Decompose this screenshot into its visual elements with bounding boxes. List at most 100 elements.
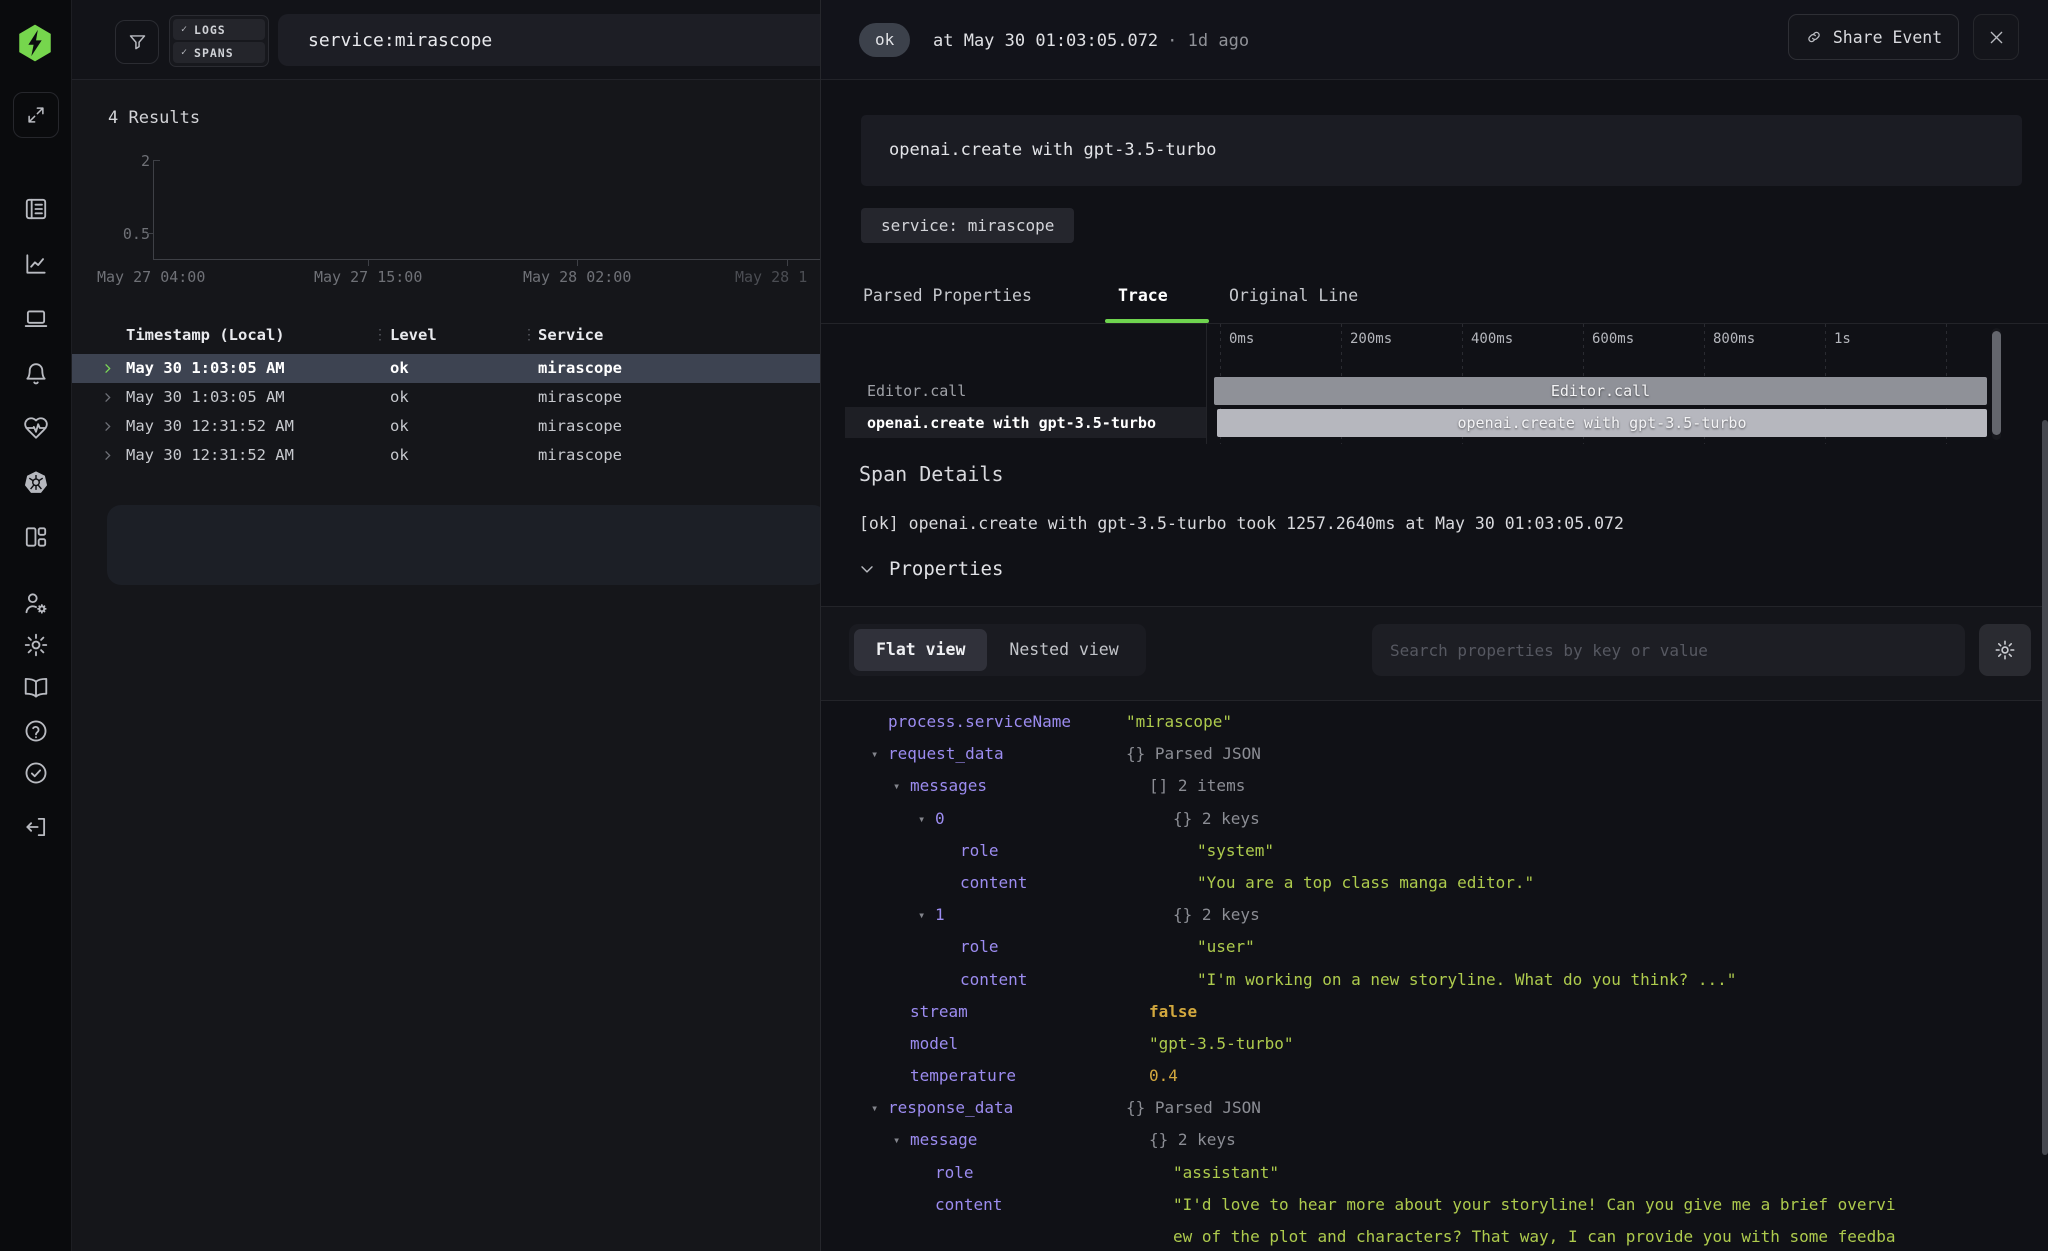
property-value: "assistant" [1173, 1162, 1279, 1182]
property-row: content "You are a top class manga editor… [821, 867, 2026, 899]
sidebar-item-docs[interactable] [23, 674, 49, 700]
spans-toggle-label: SPANS [194, 45, 234, 60]
sidebar-item-monitors[interactable] [23, 415, 49, 441]
property-value: {} 2 keys [1149, 1130, 1236, 1150]
table-row[interactable]: May 30 1:03:05 AM ok mirascope [72, 354, 820, 383]
col-header-level[interactable]: Level [390, 326, 437, 344]
sidebar-item-stream[interactable] [23, 196, 49, 222]
collapse-caret-icon[interactable]: ▾ [871, 1092, 878, 1124]
sidebar-item-kubernetes[interactable] [23, 469, 49, 495]
property-row: role "user" [821, 931, 2026, 963]
bell-icon [26, 363, 46, 385]
collapse-caret-icon[interactable]: ▾ [871, 738, 878, 770]
sidebar-item-status[interactable] [23, 760, 49, 786]
link-icon [1808, 31, 1820, 43]
row-expand-chevron-icon[interactable] [100, 448, 115, 463]
sidebar-item-help[interactable] [23, 718, 49, 744]
kubernetes-icon [24, 471, 48, 493]
property-key[interactable]: messages [910, 770, 987, 802]
sidebar-item-dashboards[interactable] [23, 306, 49, 332]
property-key[interactable]: content [935, 1189, 1002, 1221]
collapse-caret-icon[interactable]: ▾ [918, 899, 925, 931]
sidebar-item-views[interactable] [23, 524, 49, 550]
property-row: ▾ request_data {} Parsed JSON [821, 738, 2026, 770]
trace-span-name[interactable]: Editor.call [867, 382, 966, 400]
trace-scrollbar-thumb[interactable] [1992, 331, 2001, 435]
property-key[interactable]: role [960, 835, 999, 867]
table-row[interactable]: May 30 12:31:52 AM ok mirascope [72, 441, 820, 470]
sidebar-item-settings[interactable] [23, 632, 49, 658]
empty-detail-placeholder [107, 505, 820, 585]
property-key[interactable]: request_data [888, 738, 1004, 770]
flat-view-button[interactable]: Flat view [854, 629, 988, 671]
collapse-caret-icon[interactable]: ▾ [918, 803, 925, 835]
property-key[interactable]: 1 [935, 899, 945, 931]
app-logo-lightning-icon[interactable] [14, 22, 56, 64]
sidebar-item-admin-users[interactable] [23, 590, 49, 616]
sidebar-item-query[interactable] [23, 251, 49, 277]
col-handle-icon[interactable]: ⋮ [522, 327, 536, 343]
property-value: false [1149, 1001, 1198, 1021]
col-handle-icon[interactable]: ⋮ [373, 327, 387, 343]
gear-icon [1995, 640, 2015, 660]
spans-toggle[interactable]: ✓ SPANS [173, 42, 265, 63]
service-field-chip[interactable]: service: mirascope [861, 208, 1075, 243]
col-header-service[interactable]: Service [538, 326, 603, 344]
property-row: ▾ 1 {} 2 keys [821, 899, 2026, 931]
row-expand-chevron-icon[interactable] [100, 419, 115, 434]
property-key[interactable]: temperature [910, 1060, 1016, 1092]
check-icon: ✓ [181, 47, 189, 58]
trace-span-bar-selected[interactable]: openai.create with gpt-3.5-turbo [1217, 409, 1987, 437]
results-table-body: May 30 1:03:05 AM ok mirascope May 30 1:03:… [72, 354, 820, 470]
chevron-down-icon [861, 566, 873, 573]
property-value: "gpt-3.5-turbo" [1149, 1033, 1294, 1053]
table-row[interactable]: May 30 1:03:05 AM ok mirascope [72, 383, 820, 412]
trace-span-bar[interactable]: Editor.call [1214, 377, 1987, 405]
sidebar-item-alerts[interactable] [23, 361, 49, 387]
expand-panel-button[interactable] [13, 92, 59, 138]
property-key[interactable]: role [960, 931, 999, 963]
properties-section-toggle[interactable]: Properties [857, 558, 1003, 580]
property-row: ▾ message {} 2 keys [821, 1124, 2026, 1156]
sidebar-item-logout[interactable] [23, 814, 49, 840]
logout-icon [26, 817, 46, 837]
trace-scrollbar[interactable] [1992, 328, 2001, 440]
panel-scrollbar[interactable] [2042, 385, 2048, 1251]
property-key[interactable]: stream [910, 996, 968, 1028]
property-key[interactable]: role [935, 1157, 974, 1189]
row-expand-chevron-icon[interactable] [100, 390, 115, 405]
x-label-2: May 27 15:00 [314, 268, 423, 286]
properties-search-input[interactable] [1372, 624, 1965, 676]
query-results-panel: ✓ LOGS ✓ SPANS 4 Results 2 0.5 May 27 04… [72, 0, 820, 1251]
tab-parsed-properties[interactable]: Parsed Properties [863, 286, 1032, 305]
sidebar [0, 0, 72, 1251]
share-event-button[interactable]: Share Event [1788, 14, 1959, 60]
property-key[interactable]: content [960, 964, 1027, 996]
logs-toggle[interactable]: ✓ LOGS [173, 19, 265, 40]
expand-icon [28, 107, 44, 123]
property-row: content "I'm working on a new storyline. … [821, 964, 2026, 996]
collapse-caret-icon[interactable]: ▾ [893, 1124, 900, 1156]
tab-original-line[interactable]: Original Line [1229, 286, 1358, 305]
x-tick-2 [577, 259, 578, 266]
property-key[interactable]: 0 [935, 803, 945, 835]
query-input[interactable] [278, 14, 820, 66]
properties-settings-button[interactable] [1979, 624, 2031, 676]
check-circle-icon [25, 762, 47, 784]
property-key[interactable]: response_data [888, 1092, 1013, 1124]
property-key[interactable]: content [960, 867, 1027, 899]
tab-trace[interactable]: Trace [1118, 286, 1168, 305]
property-key[interactable]: process.serviceName [888, 706, 1071, 738]
y-tick-2: 2 [140, 152, 150, 170]
trace-span-name-selected[interactable]: openai.create with gpt-3.5-turbo [867, 414, 1156, 432]
table-row[interactable]: May 30 12:31:52 AM ok mirascope [72, 412, 820, 441]
property-key[interactable]: model [910, 1028, 958, 1060]
close-panel-button[interactable] [1973, 14, 2019, 60]
nested-view-button[interactable]: Nested view [987, 629, 1140, 671]
panel-scrollbar-thumb[interactable] [2042, 420, 2048, 1155]
property-key[interactable]: message [910, 1124, 977, 1156]
col-header-timestamp[interactable]: Timestamp (Local) [126, 326, 285, 344]
filter-button[interactable] [115, 20, 159, 64]
row-expand-chevron-icon[interactable] [100, 361, 115, 376]
collapse-caret-icon[interactable]: ▾ [893, 770, 900, 802]
